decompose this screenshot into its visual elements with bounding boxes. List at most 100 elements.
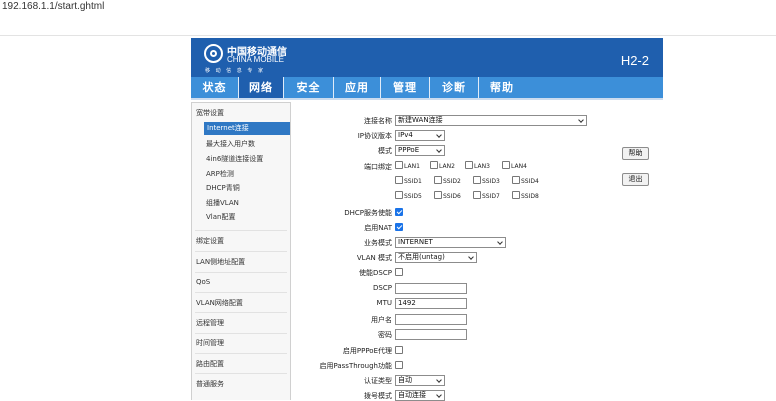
tab-applications[interactable]: 应用 [334,77,381,98]
port-lan3-checkbox[interactable] [465,161,473,169]
logout-button[interactable]: 退出 [622,173,649,186]
main-nav: 状态 网络 安全 应用 管理 诊断 帮助 [191,77,663,100]
passthrough-checkbox[interactable] [395,361,403,369]
port-lan4-checkbox[interactable] [502,161,510,169]
port-lan3-label: LAN3 [474,163,490,170]
mode-label: 模式 [378,147,392,155]
mtu-label: MTU [376,299,392,307]
mtu-input[interactable]: 1492 [395,298,467,309]
sidebar-divider [195,272,287,273]
device-model: H2-2 [620,53,649,68]
port-ssid6-label: SSID6 [443,193,461,200]
port-ssid7-checkbox[interactable] [473,191,481,199]
sidebar-item-remote-mgmt[interactable]: 远程管理 [196,318,224,328]
vlan-mode-select[interactable]: 不启用(untag) [395,252,477,263]
username-input[interactable] [395,314,467,325]
port-lan2-label: LAN2 [439,163,455,170]
passthrough-label: 启用PassThrough功能 [319,362,392,370]
tab-security[interactable]: 安全 [284,77,334,98]
tab-management[interactable]: 管理 [381,77,430,98]
logo-tagline: 移 动 信 息 专 家 [205,68,265,74]
sidebar-item-services[interactable]: 普通服务 [196,379,224,389]
password-label: 密码 [378,331,392,339]
divider [0,35,776,36]
connection-name-select[interactable]: 新建WAN连接 [395,115,587,126]
sidebar-sub-multicast-vlan[interactable]: 组播VLAN [206,198,239,208]
service-mode-label: 业务模式 [364,239,392,247]
dscp-input[interactable] [395,283,467,294]
service-mode-select[interactable]: INTERNET [395,237,506,248]
address-bar[interactable]: 192.168.1.1/start.ghtml [0,0,776,14]
dscp-label: DSCP [373,284,392,292]
port-ssid2-checkbox[interactable] [434,176,442,184]
mode-select[interactable]: PPPoE [395,145,445,156]
sidebar-sub-4in6[interactable]: 4in6隧道连接设置 [206,154,263,164]
port-ssid1-checkbox[interactable] [395,176,403,184]
nat-enable-checkbox[interactable] [395,223,403,231]
port-ssid7-label: SSID7 [482,193,500,200]
china-mobile-logo-icon [204,44,223,63]
sidebar-divider [195,333,287,334]
pppoe-proxy-checkbox[interactable] [395,346,403,354]
sidebar-sub-max-users[interactable]: 最大接入用户数 [206,139,255,149]
ip-protocol-select[interactable]: IPv4 [395,130,445,141]
port-lan1-checkbox[interactable] [395,161,403,169]
port-ssid5-checkbox[interactable] [395,191,403,199]
auth-type-label: 认证类型 [364,377,392,385]
sidebar-item-vlan-network[interactable]: VLAN网络配置 [196,298,243,308]
dscp-enable-label: 使能DSCP [359,269,392,277]
password-input[interactable] [395,329,467,340]
sidebar-item-lan-address[interactable]: LAN侧地址配置 [196,257,245,267]
dscp-enable-checkbox[interactable] [395,268,403,276]
sidebar-item-qos[interactable]: QoS [196,278,210,286]
sidebar: 宽带设置 Internet连接 最大接入用户数 4in6隧道连接设置 ARP检测… [191,102,291,400]
sidebar-group-broadband[interactable]: 宽带设置 [196,108,224,118]
port-binding-label: 端口绑定 [364,163,392,171]
dial-mode-select[interactable]: 自动连接 [395,390,445,401]
auth-type-select[interactable]: 自动 [395,375,445,386]
sidebar-item-routing[interactable]: 路由配置 [196,359,224,369]
port-ssid6-checkbox[interactable] [434,191,442,199]
dhcp-enable-checkbox[interactable] [395,208,403,216]
sidebar-sub-arp[interactable]: ARP检测 [206,169,234,179]
help-button[interactable]: 帮助 [622,147,649,160]
port-ssid4-label: SSID4 [521,178,539,185]
sidebar-divider [195,373,287,374]
sidebar-sub-internet[interactable]: Internet连接 [204,122,290,135]
sidebar-divider [195,230,287,231]
tab-help[interactable]: 帮助 [479,77,525,98]
port-ssid8-label: SSID8 [521,193,539,200]
port-ssid8-checkbox[interactable] [512,191,520,199]
tab-status[interactable]: 状态 [191,77,239,98]
port-lan2-checkbox[interactable] [430,161,438,169]
ip-protocol-label: IP协议版本 [357,132,392,140]
port-ssid1-label: SSID1 [404,178,422,185]
port-ssid2-label: SSID2 [443,178,461,185]
port-ssid3-checkbox[interactable] [473,176,481,184]
sidebar-sub-vlan-config[interactable]: Vlan配置 [206,212,235,222]
router-header: 中国移动通信 CHINA MOBILE 移 动 信 息 专 家 H2-2 [191,38,663,77]
sidebar-item-binding[interactable]: 绑定设置 [196,236,224,246]
username-label: 用户名 [371,316,392,324]
sidebar-divider [195,312,287,313]
url-text: 192.168.1.1/start.ghtml [2,1,105,12]
port-lan1-label: LAN1 [404,163,420,170]
nat-enable-label: 启用NAT [364,224,392,232]
logo-en-text: CHINA MOBILE [227,55,284,64]
sidebar-divider [195,353,287,354]
vlan-mode-label: VLAN 模式 [356,254,392,262]
port-ssid5-label: SSID5 [404,193,422,200]
sidebar-divider [195,251,287,252]
pppoe-proxy-label: 启用PPPoE代理 [342,347,392,355]
port-lan4-label: LAN4 [511,163,527,170]
sidebar-item-time-mgmt[interactable]: 时间管理 [196,338,224,348]
sidebar-divider [195,292,287,293]
port-ssid3-label: SSID3 [482,178,500,185]
tab-diagnostics[interactable]: 诊断 [430,77,479,98]
dhcp-enable-label: DHCP服务使能 [344,209,392,217]
tab-network[interactable]: 网络 [239,77,284,98]
sidebar-sub-dhcp[interactable]: DHCP青铜 [206,183,240,193]
china-mobile-logo: 中国移动通信 CHINA MOBILE 移 动 信 息 专 家 [204,42,324,74]
port-ssid4-checkbox[interactable] [512,176,520,184]
connection-name-label: 连接名称 [364,117,392,125]
